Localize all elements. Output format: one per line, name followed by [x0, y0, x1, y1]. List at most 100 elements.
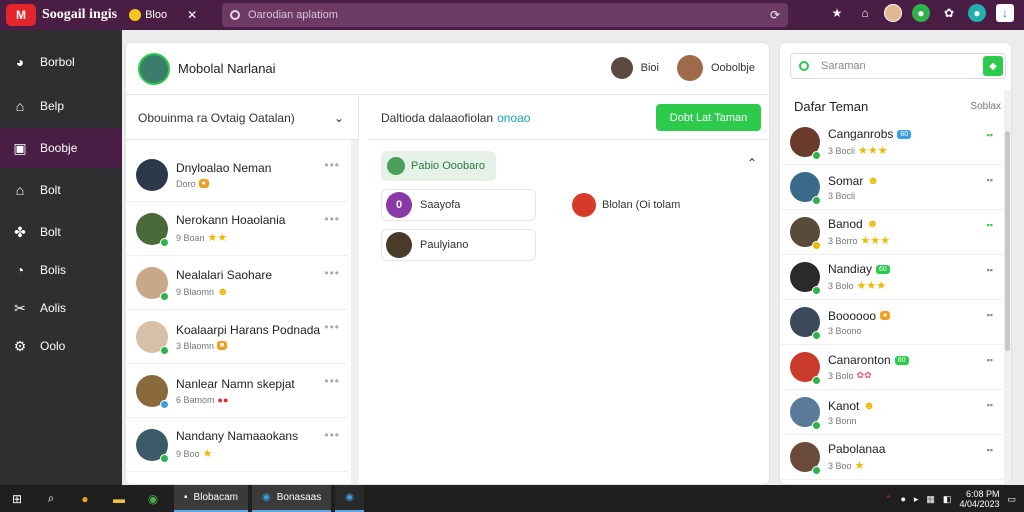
group-chip[interactable]: Pabio Ooobaro: [381, 151, 496, 181]
friend-search[interactable]: Saraman ◆: [790, 53, 1006, 79]
more-icon[interactable]: •••: [324, 266, 340, 280]
star-icon[interactable]: ★: [828, 4, 846, 22]
clock-date[interactable]: 4/04/2023: [959, 499, 999, 509]
taskbar-app[interactable]: ◉ Bonasaas: [252, 485, 332, 512]
sidebar-item-1[interactable]: ⌂ Belp: [0, 86, 122, 126]
more-icon[interactable]: •••: [324, 374, 340, 388]
friend-row[interactable]: Pabolanaa 3 Boo ★ ▪▪: [780, 435, 1005, 480]
conversation-filter[interactable]: Obouinma ra Ovtaig Oatalan) ⌄: [126, 96, 358, 140]
title-bar: M Soogail ingis Bloo ✕ Oarodian aplatiom…: [0, 0, 1024, 30]
action-icon[interactable]: ▪▪: [987, 130, 993, 140]
list-item[interactable]: Nandany Namaaokans 9 Boo ★ •••: [126, 418, 348, 472]
inbox-icon: ▣: [13, 139, 27, 156]
action-icon[interactable]: ▪▪: [987, 175, 993, 185]
chevron-down-icon[interactable]: ⌄: [334, 111, 344, 125]
friend-list-panel: Saraman ◆ Dafar Teman Soblax Canganrobs 6…: [779, 42, 1012, 485]
avatar[interactable]: [138, 52, 170, 85]
app-logo: M: [6, 4, 36, 26]
scrollbar[interactable]: [351, 140, 359, 484]
bell-icon[interactable]: ✿: [940, 4, 958, 22]
taskbar-app[interactable]: ▪ Blobacam: [174, 485, 249, 512]
friend-row[interactable]: Somar ☻ 3 Bocli ▪▪: [780, 165, 1005, 210]
friend-name: Kanot: [828, 398, 860, 413]
avatar[interactable]: [676, 55, 703, 81]
contact-status: 9 Boo: [176, 448, 200, 459]
online-indicator: [812, 331, 821, 340]
contact-name: Nealalari Saohare: [176, 267, 273, 282]
list-item[interactable]: Dnyloalao Neman Doro ● •••: [126, 148, 348, 202]
action-icon[interactable]: ▪▪: [987, 310, 993, 320]
search-button[interactable]: ◆: [983, 56, 1003, 76]
sidebar-item-0[interactable]: ◕ Borbol: [0, 42, 122, 82]
folder-icon[interactable]: ▬: [102, 485, 136, 512]
volume-icon[interactable]: ◧: [943, 494, 952, 505]
avatar-icon[interactable]: ●: [900, 494, 905, 504]
search-input[interactable]: Saraman: [821, 60, 866, 72]
action-icon[interactable]: ▪▪: [987, 400, 993, 410]
chrome-icon[interactable]: ◉: [136, 485, 170, 512]
view-more-link[interactable]: Soblax: [970, 101, 1001, 112]
emoji-icon: ☻: [866, 218, 879, 230]
friend-row[interactable]: Boooooo ● 3 Boono ▪▪: [780, 300, 1005, 345]
search-input[interactable]: Oarodian aplatiom: [248, 9, 770, 21]
friend-row[interactable]: Nandiay 60 3 Bolo ★★★ ▪▪: [780, 255, 1005, 300]
browser-icon[interactable]: ●: [68, 485, 102, 512]
chevron-up-icon[interactable]: ⌃: [747, 156, 757, 170]
emoji-chip[interactable]: Bloo: [129, 9, 167, 21]
detail-title-highlight[interactable]: onoao: [497, 111, 530, 125]
close-icon[interactable]: ✕: [187, 8, 197, 22]
action-icon[interactable]: ▪▪: [987, 220, 993, 230]
clock-time[interactable]: 6:08 PM: [966, 489, 1000, 499]
friend-row[interactable]: Kanot ☻ 3 Bonn ▪▪: [780, 390, 1005, 435]
sidebar-item-7[interactable]: ⚙ Oolo: [0, 326, 122, 366]
taskbar-app[interactable]: ◉: [335, 485, 364, 512]
friend-row[interactable]: Canganrobs 60 3 Bocli ★★★ ▪▪: [780, 120, 1005, 165]
more-icon[interactable]: •••: [324, 212, 340, 226]
taskbar: ⊞ ⌕ ● ▬ ◉ ▪ Blobacam ◉ Bonasaas ◉ ⌃ ● ▸ ▦ …: [0, 485, 1024, 512]
scrollbar[interactable]: [1004, 91, 1011, 484]
app-icon[interactable]: ↓: [996, 4, 1014, 22]
globe-icon[interactable]: ●: [968, 4, 986, 22]
notification-icon[interactable]: ▭: [1007, 494, 1016, 505]
action-icon[interactable]: ▪▪: [987, 355, 993, 365]
flag-icon[interactable]: ▸: [914, 494, 919, 505]
online-indicator: [812, 151, 821, 160]
list-item[interactable]: Nanlear Namn skepjat 6 Bamom ●● •••: [126, 364, 348, 418]
status-badge: ●: [880, 311, 891, 320]
network-icon[interactable]: ▦: [926, 494, 935, 505]
avatar[interactable]: [610, 57, 633, 79]
list-item[interactable]: Nealalari Saohare 9 Blaomn ☻ •••: [126, 256, 348, 310]
search-icon[interactable]: ⌕: [34, 485, 68, 512]
sidebar-item-6[interactable]: ✂ Aolis: [0, 288, 122, 328]
member-avatar: 0: [386, 192, 412, 218]
sidebar-item-5[interactable]: ◔ Bolis: [0, 250, 122, 290]
sidebar-item-2[interactable]: ▣ Boobje: [0, 128, 122, 168]
member-card[interactable]: 0 Saayofa: [381, 189, 536, 221]
action-icon[interactable]: ▪▪: [987, 445, 993, 455]
sidebar-item-3[interactable]: ⌂ Bolt: [0, 170, 122, 210]
list-item[interactable]: Nerokann Hoaolania 9 Boan ★★ •••: [126, 202, 348, 256]
add-friend-button[interactable]: Dobt Lat Taman: [656, 104, 761, 131]
start-icon[interactable]: ⊞: [0, 485, 34, 512]
lock-icon[interactable]: ⌂: [856, 4, 874, 22]
member-card[interactable]: Paulyiano: [381, 229, 536, 261]
friend-name: Somar: [828, 173, 864, 188]
emoji-chip-label: Bloo: [145, 9, 168, 21]
more-icon[interactable]: •••: [324, 158, 340, 172]
global-search[interactable]: Oarodian aplatiom ⟳: [222, 3, 788, 27]
more-icon[interactable]: •••: [324, 320, 340, 334]
chevron-up-icon[interactable]: ⌃: [885, 494, 893, 505]
scrollbar-thumb[interactable]: [1005, 131, 1010, 351]
action-icon[interactable]: ▪▪: [987, 265, 993, 275]
friend-row[interactable]: Canaronton 60 3 Bolo ✿✿ ▪▪: [780, 345, 1005, 390]
more-icon[interactable]: •••: [324, 428, 340, 442]
friend-row[interactable]: Banod ☻ 3 Borro ★★★ ▪▪: [780, 210, 1005, 255]
status-icon[interactable]: ●: [912, 4, 930, 22]
filter-label: Obouinma ra Ovtaig Oatalan): [138, 110, 295, 125]
list-item[interactable]: Koalaarpi Harans Podnada 3 Blaomn ■ •••: [126, 310, 348, 364]
member-card[interactable]: Blolan (Oi tolam: [572, 193, 680, 217]
user-avatar-icon[interactable]: [884, 4, 902, 22]
sidebar-item-4[interactable]: ✤ Bolt: [0, 212, 122, 252]
refresh-icon[interactable]: ⟳: [770, 8, 780, 22]
page-title: Mobolal Narlanai: [178, 61, 276, 76]
